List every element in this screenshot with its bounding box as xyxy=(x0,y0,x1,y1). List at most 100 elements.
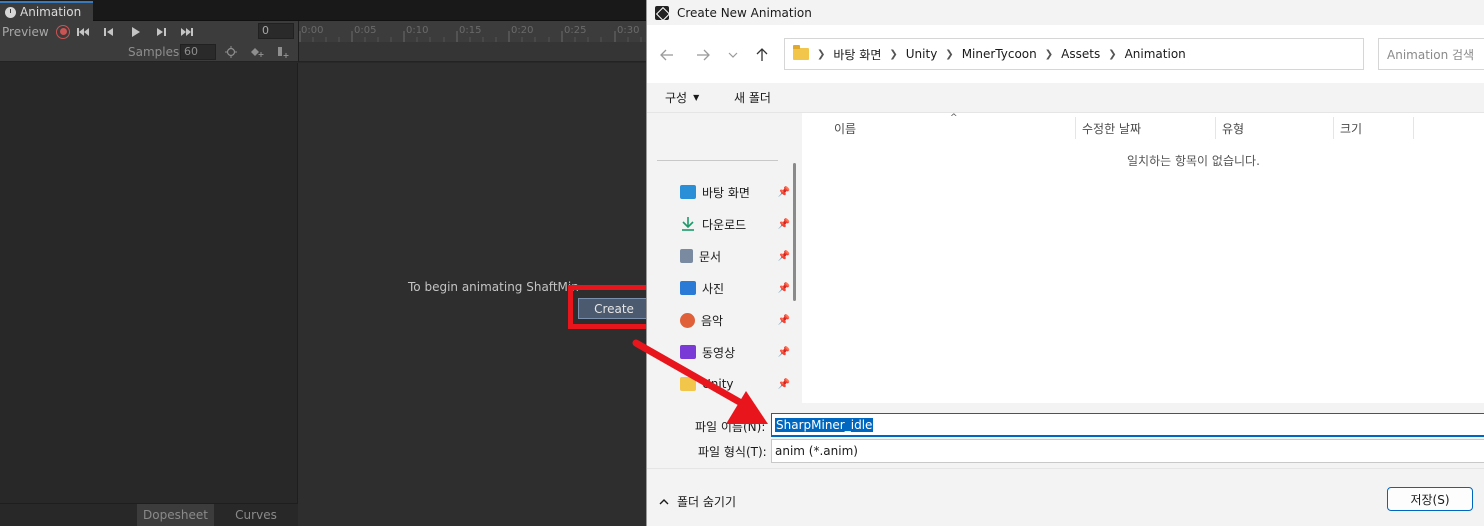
divider xyxy=(657,160,778,161)
pin-icon: 📌 xyxy=(777,378,790,390)
samples-label: Samples xyxy=(128,45,180,59)
back-button[interactable] xyxy=(653,43,681,67)
up-arrow-icon xyxy=(756,48,768,61)
unity-logo-icon xyxy=(655,5,669,20)
next-keyframe-button[interactable] xyxy=(148,21,174,42)
filename-value: SharpMiner_idle xyxy=(775,417,874,432)
sidebar-item-documents[interactable]: 문서 📌 xyxy=(680,244,790,268)
play-button[interactable] xyxy=(122,21,148,42)
organize-menu[interactable]: 구성 ▼ xyxy=(665,89,699,106)
search-input[interactable]: Animation 검색 xyxy=(1378,38,1484,70)
sidebar-item-label: Unity xyxy=(702,377,734,391)
sidebar-item-pictures[interactable]: 사진 📌 xyxy=(680,276,790,300)
next-frame-icon xyxy=(157,27,166,36)
breadcrumb-item[interactable]: Animation xyxy=(1125,47,1186,61)
sidebar-item-music[interactable]: 음악 📌 xyxy=(680,308,790,332)
new-folder-button[interactable]: 새 폴더 xyxy=(734,89,771,106)
tick-label: 0:05 xyxy=(354,25,377,36)
sidebar-item-videos[interactable]: 동영상 📌 xyxy=(680,340,790,364)
breadcrumb-item[interactable]: MinerTycoon xyxy=(962,47,1037,61)
record-button[interactable] xyxy=(56,24,70,39)
pin-icon: 📌 xyxy=(777,186,790,198)
last-keyframe-button[interactable] xyxy=(174,21,200,42)
navigation-bar: ❯ 바탕 화면 ❯ Unity ❯ MinerTycoon ❯ Assets ❯… xyxy=(647,25,1484,83)
save-button[interactable]: 저장(S) xyxy=(1387,487,1473,511)
desktop-icon xyxy=(680,185,696,199)
dialog-title-bar[interactable]: Create New Animation xyxy=(647,0,1484,25)
samples-row: Samples 60 xyxy=(0,42,298,62)
tab-curves[interactable]: Curves xyxy=(218,504,294,526)
sidebar-scrollbar[interactable] xyxy=(793,163,796,301)
up-button[interactable] xyxy=(748,43,776,67)
breadcrumb-item[interactable]: Assets xyxy=(1061,47,1100,61)
recent-locations-button[interactable] xyxy=(719,43,747,67)
pin-icon: 📌 xyxy=(777,282,790,294)
add-event-button[interactable] xyxy=(272,44,294,60)
forward-arrow-icon xyxy=(697,49,710,61)
first-keyframe-button[interactable] xyxy=(70,21,96,42)
breadcrumb-item[interactable]: 바탕 화면 xyxy=(833,46,881,63)
hide-folders-toggle[interactable]: 폴더 숨기기 xyxy=(659,493,736,510)
organize-label: 구성 xyxy=(665,91,688,105)
column-name[interactable]: 이름 xyxy=(828,117,1076,139)
previous-keyframe-button[interactable] xyxy=(96,21,122,42)
chevron-right-icon: ❯ xyxy=(1108,48,1117,60)
folder-icon xyxy=(680,377,696,391)
add-keyframe-icon xyxy=(251,48,264,57)
first-frame-icon xyxy=(77,27,89,36)
screen: Animation Preview 0 0:00 0:05 0:10 0:15 … xyxy=(0,0,1484,526)
filter-keys-button[interactable] xyxy=(220,44,242,60)
breadcrumb-item[interactable]: Unity xyxy=(906,47,938,61)
dialog-title: Create New Animation xyxy=(677,5,812,20)
frame-field[interactable]: 0 xyxy=(258,23,294,39)
pin-icon: 📌 xyxy=(777,218,790,230)
begin-animating-message: To begin animating ShaftMin xyxy=(408,280,579,294)
tab-dopesheet[interactable]: Dopesheet xyxy=(137,504,214,526)
tick-label: 0:15 xyxy=(459,25,482,36)
filetype-label: 파일 형식(T): xyxy=(698,445,767,459)
sidebar-item-unity[interactable]: Unity 📌 xyxy=(680,372,790,396)
address-bar[interactable]: ❯ 바탕 화면 ❯ Unity ❯ MinerTycoon ❯ Assets ❯… xyxy=(784,38,1484,70)
filename-field[interactable]: SharpMiner_idle xyxy=(771,413,1484,437)
column-type[interactable]: 유형 xyxy=(1216,117,1334,139)
tab-animation[interactable]: Animation xyxy=(0,1,93,21)
empty-message: 일치하는 항목이 없습니다. xyxy=(1127,154,1260,168)
file-list[interactable]: ^ 이름 수정한 날짜 유형 크기 일치하는 항목이 없습니다. xyxy=(802,113,1484,403)
add-keyframe-button[interactable] xyxy=(246,44,268,60)
preview-toggle[interactable]: Preview xyxy=(0,25,52,39)
last-frame-icon xyxy=(181,27,193,36)
back-arrow-icon xyxy=(660,49,673,61)
column-size[interactable]: 크기 xyxy=(1334,117,1414,139)
sidebar-item-label: 바탕 화면 xyxy=(702,185,750,200)
dialog-footer: 폴더 숨기기 저장(S) xyxy=(647,468,1484,526)
chevron-right-icon: ❯ xyxy=(889,48,898,60)
column-date-modified[interactable]: 수정한 날짜 xyxy=(1076,117,1216,139)
chevron-down-icon xyxy=(728,52,738,58)
video-icon xyxy=(680,345,696,359)
chevron-right-icon: ❯ xyxy=(817,48,826,60)
timeline-ruler[interactable]: 0:00 0:05 0:10 0:15 0:20 0:25 0:30 xyxy=(298,21,646,42)
command-bar: 구성 ▼ 새 폴더 xyxy=(647,83,1484,113)
sidebar-item-label: 동영상 xyxy=(702,345,736,360)
samples-field[interactable]: 60 xyxy=(180,44,216,60)
sidebar-item-label: 문서 xyxy=(699,249,722,264)
sidebar-item-desktop[interactable]: 바탕 화면 📌 xyxy=(680,180,790,204)
sidebar-item-downloads[interactable]: 다운로드 📌 xyxy=(680,212,790,236)
chevron-up-icon xyxy=(659,498,669,504)
tick-label: 0:20 xyxy=(511,25,534,36)
event-row xyxy=(298,42,646,62)
pin-icon: 📌 xyxy=(777,250,790,262)
sidebar-item-label: 다운로드 xyxy=(702,217,747,232)
dialog-body: 바탕 화면 📌 다운로드 📌 문서 📌 사진 📌 음악 📌 동영상 📌 Unit… xyxy=(647,113,1484,403)
file-fields: 파일 이름(N): SharpMiner_idle 파일 형식(T): anim… xyxy=(647,403,1484,468)
property-list-pane xyxy=(0,63,298,503)
save-dialog: Create New Animation ❯ 바탕 화면 ❯ Unity ❯ M… xyxy=(646,0,1484,526)
filetype-select[interactable]: anim (*.anim) xyxy=(771,439,1484,463)
chevron-right-icon: ❯ xyxy=(1044,48,1054,60)
create-button[interactable]: Create xyxy=(578,298,650,319)
tick-label: 0:00 xyxy=(301,25,324,36)
add-event-icon xyxy=(278,47,289,58)
forward-button[interactable] xyxy=(689,43,717,67)
music-icon xyxy=(680,312,695,328)
tab-label: Animation xyxy=(20,5,82,19)
